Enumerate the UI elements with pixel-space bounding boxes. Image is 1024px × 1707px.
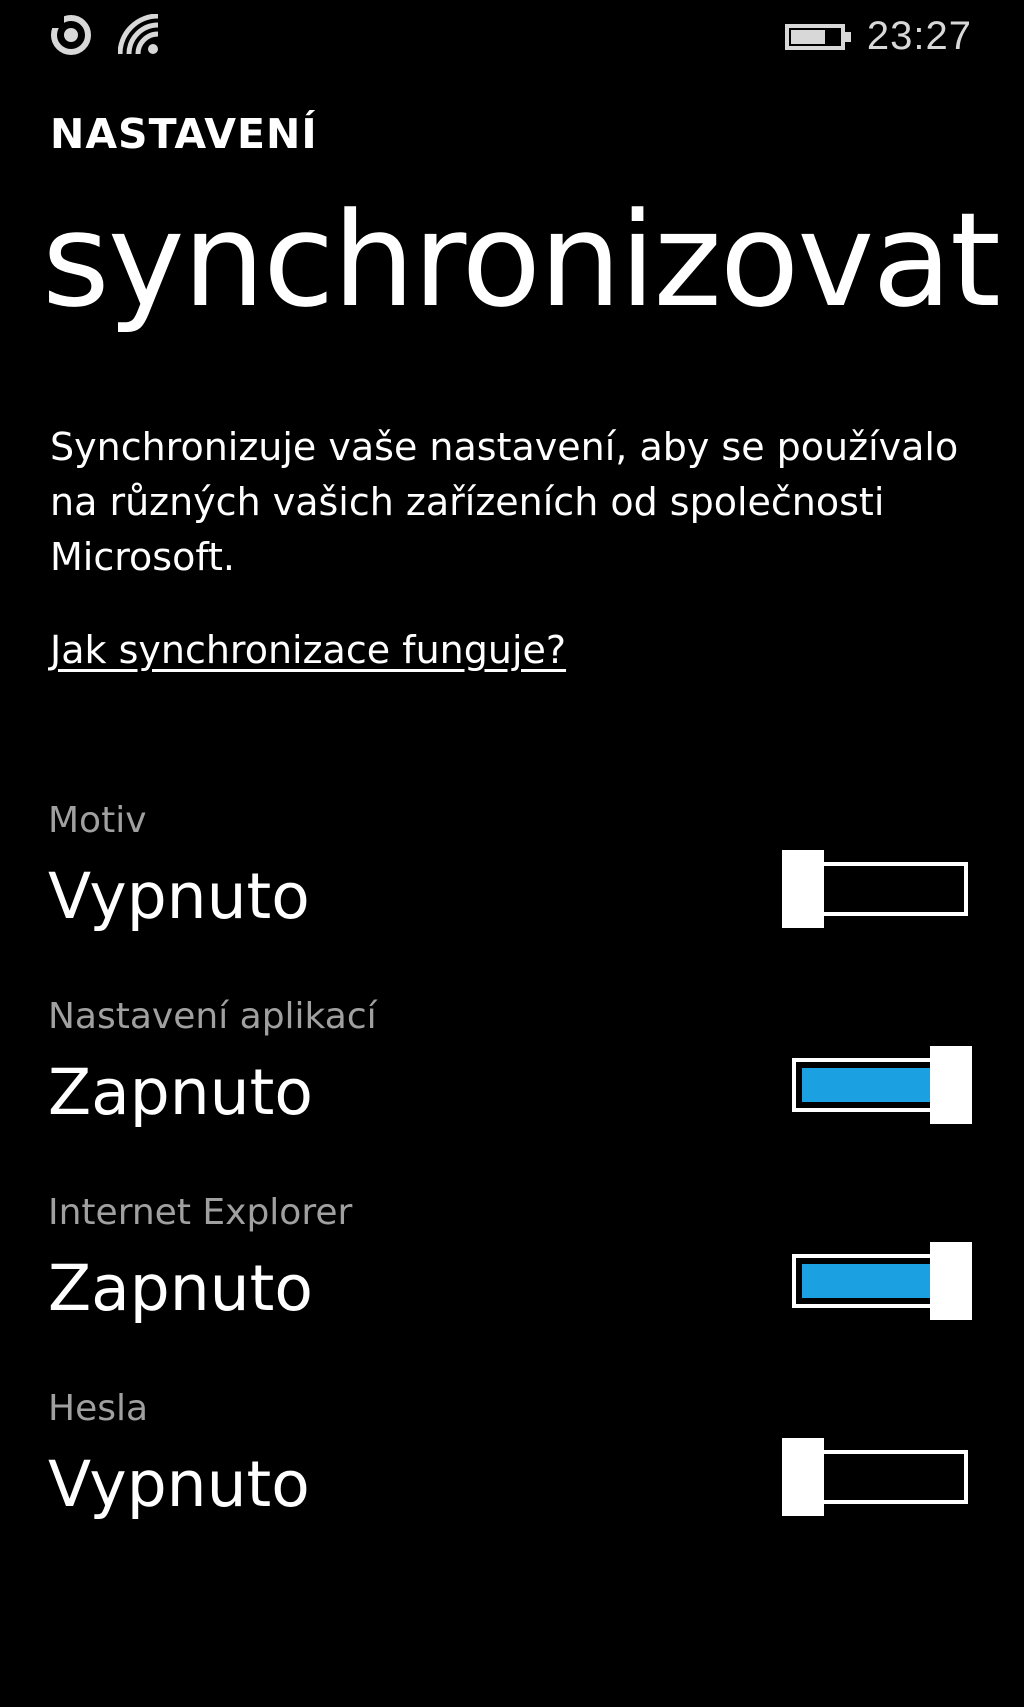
- description-text: Synchronizuje vaše nastavení, aby se pou…: [50, 425, 959, 579]
- toggle-switch[interactable]: [782, 1438, 972, 1516]
- setting-value: Vypnuto: [48, 860, 310, 933]
- setting-value: Zapnuto: [48, 1252, 313, 1325]
- setting-label: Motiv: [48, 800, 147, 841]
- setting-app-settings: Nastavení aplikací Zapnuto: [0, 996, 1024, 1176]
- clock: 23:27: [866, 14, 972, 58]
- page-title: synchronizovat: [42, 184, 1001, 336]
- toggle-thumb: [782, 850, 824, 928]
- wifi-icon: [118, 14, 160, 56]
- setting-label: Hesla: [48, 1388, 149, 1429]
- setting-theme: Motiv Vypnuto: [0, 800, 1024, 980]
- setting-internet-explorer: Internet Explorer Zapnuto: [0, 1192, 1024, 1372]
- setting-label: Nastavení aplikací: [48, 996, 377, 1037]
- setting-value: Vypnuto: [48, 1448, 310, 1521]
- notification-icon: [50, 14, 92, 56]
- toggle-switch[interactable]: [782, 1242, 972, 1320]
- status-bar: 23:27: [0, 0, 1024, 80]
- toggle-thumb: [930, 1046, 972, 1124]
- toggle-switch[interactable]: [782, 1046, 972, 1124]
- setting-passwords: Hesla Vypnuto: [0, 1388, 1024, 1568]
- toggle-thumb: [782, 1438, 824, 1516]
- setting-label: Internet Explorer: [48, 1192, 353, 1233]
- toggle-thumb: [930, 1242, 972, 1320]
- app-title: NASTAVENÍ: [50, 110, 318, 158]
- battery-icon: [784, 22, 853, 52]
- setting-value: Zapnuto: [48, 1056, 313, 1129]
- help-link[interactable]: Jak synchronizace funguje?: [50, 628, 566, 672]
- status-icons-right: 23:27: [784, 14, 972, 59]
- toggle-switch[interactable]: [782, 850, 972, 928]
- status-icons-left: [50, 14, 160, 56]
